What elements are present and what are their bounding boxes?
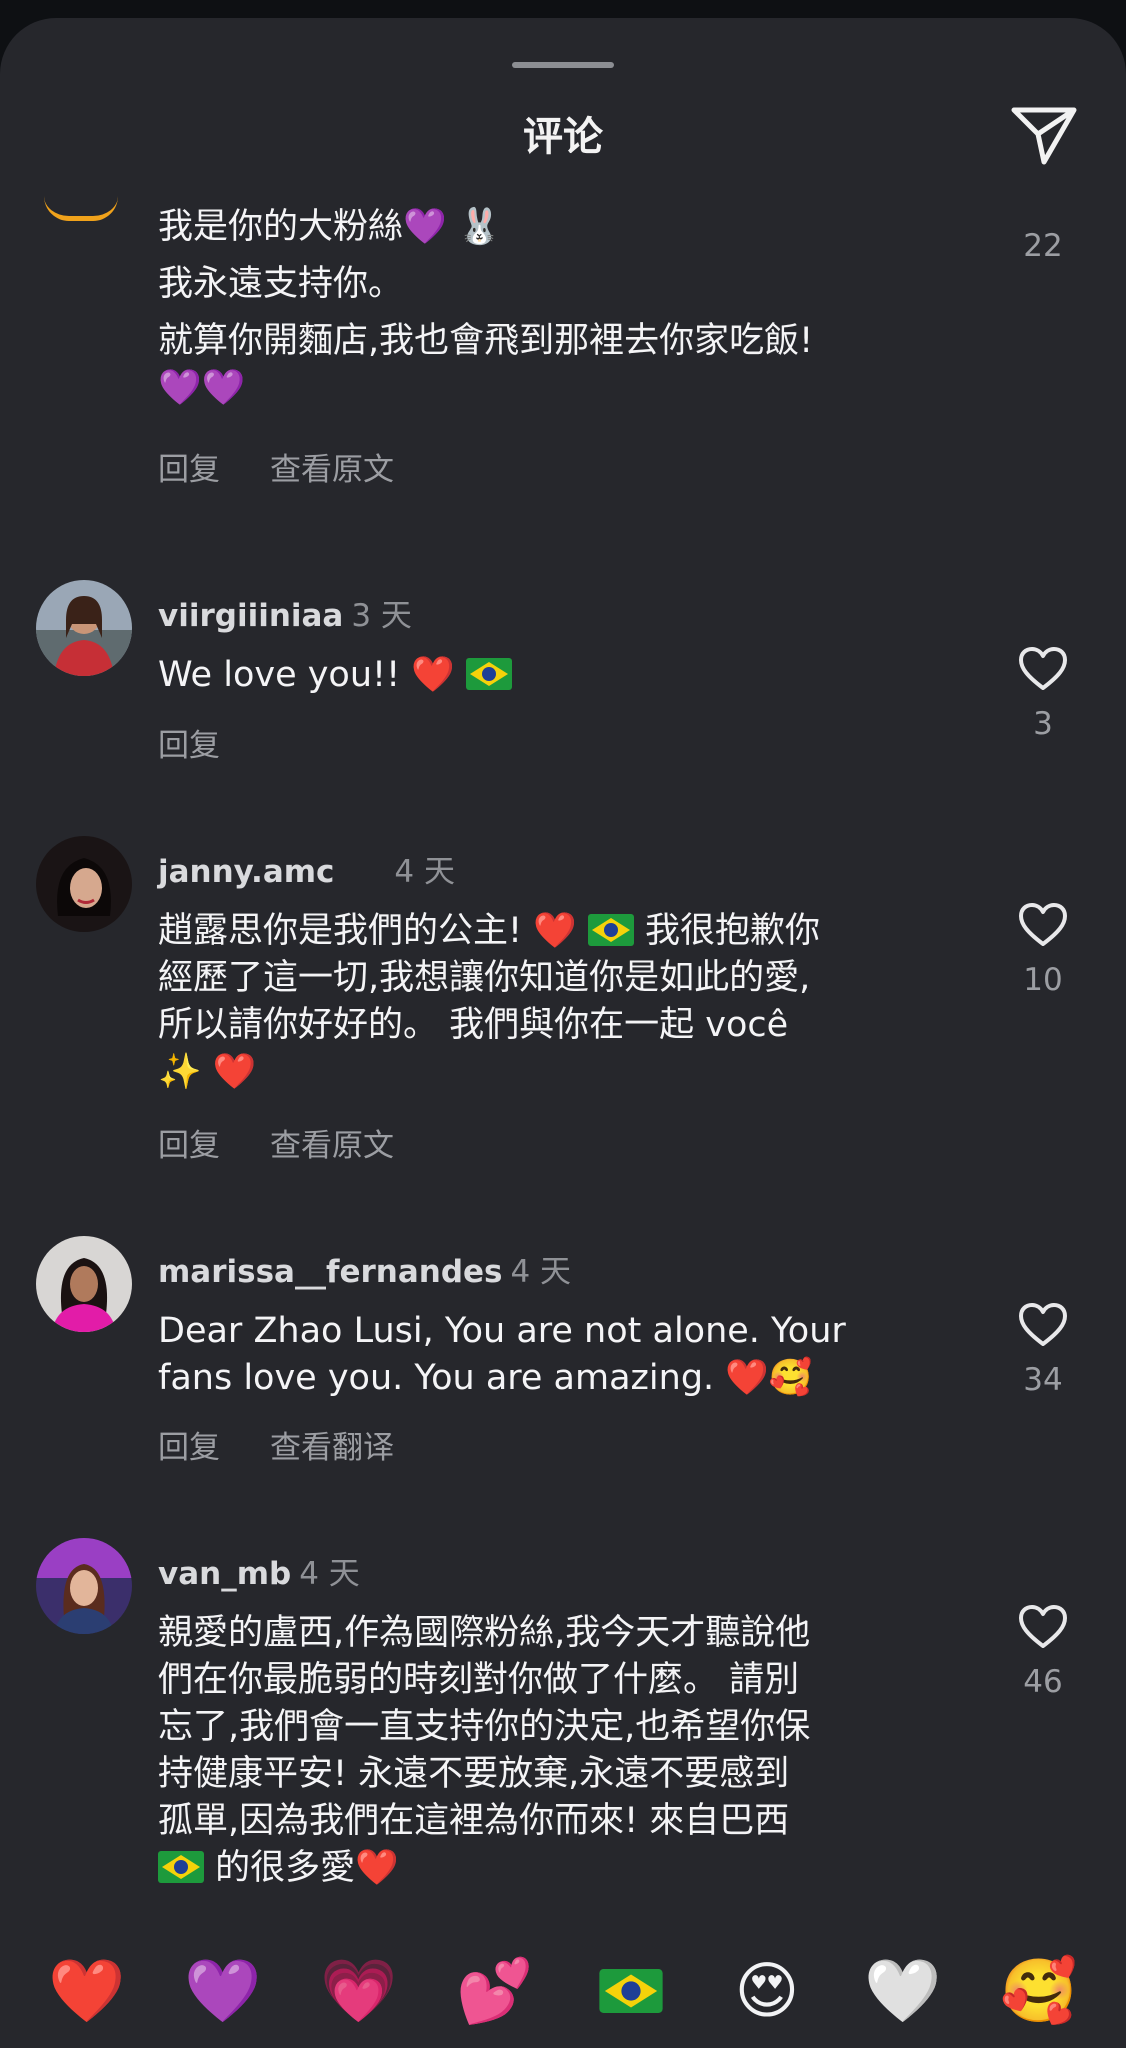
- red-heart-emoji[interactable]: ❤️: [42, 1946, 132, 2036]
- heart-outline-icon[interactable]: [1017, 1302, 1069, 1348]
- comment-line: 忘了,我們會一直支持你的決定,也希望你保: [158, 1707, 811, 1747]
- timestamp: 4 天: [510, 1254, 572, 1290]
- username[interactable]: van_mb: [158, 1556, 291, 1592]
- comment-line: 們在你最脆弱的時刻對你做了什麼。 請別: [158, 1660, 800, 1700]
- comment-line: 經歷了這一切,我想讓你知道你是如此的愛,: [158, 958, 811, 998]
- view-original-button[interactable]: 查看原文: [270, 1128, 394, 1164]
- timestamp: 4 天: [299, 1556, 360, 1592]
- comment-line: 我很抱歉你: [645, 911, 821, 951]
- view-translation-button[interactable]: 查看翻译: [270, 1430, 394, 1466]
- comment-line: 孤單,因為我們在這裡為你而來! 來自巴西: [158, 1801, 790, 1841]
- brazil-flag-icon: [587, 914, 634, 946]
- emoji-reaction-bar: ❤️ 💜 💗 💕 😍 🤍 🥰: [0, 1946, 1126, 2036]
- avatar[interactable]: [36, 580, 132, 676]
- comment-line: 我永遠支持你。: [158, 264, 404, 304]
- avatar-partial: [44, 196, 118, 221]
- comment-actions: 回复 查看翻译: [158, 1428, 444, 1468]
- brazil-flag-icon: [158, 1851, 204, 1883]
- page-title: 评论: [523, 114, 603, 160]
- comments-sheet: 评论 我是你的大粉絲💜 🐰 我永遠支持你。 就算你開麵店,我也會飛到那裡去你家吃…: [0, 18, 1126, 2048]
- like-area[interactable]: 22: [1012, 228, 1074, 264]
- reply-button[interactable]: 回复: [158, 728, 220, 764]
- comment-line: fans love you. You are amazing. ❤️🥰: [158, 1358, 813, 1398]
- white-heart-emoji[interactable]: 🤍: [858, 1946, 948, 2036]
- comment-line: 💜💜: [158, 368, 246, 408]
- comment-actions: 回复 查看原文: [158, 1126, 444, 1166]
- username[interactable]: marissa__fernandes: [158, 1254, 502, 1290]
- username[interactable]: janny.amc: [158, 854, 334, 890]
- purple-heart-emoji[interactable]: 💜: [178, 1946, 268, 2036]
- like-count: 10: [1023, 962, 1063, 998]
- timestamp: 3 天: [351, 598, 412, 634]
- comment-actions: 回复 查看原文: [158, 450, 444, 490]
- brazil-flag-icon: [599, 1969, 663, 2013]
- comment-line: 親愛的盧西,作為國際粉絲,我今天才聽說他: [158, 1613, 811, 1653]
- timestamp: 4 天: [394, 854, 455, 890]
- growing-heart-emoji[interactable]: 💗: [314, 1946, 404, 2036]
- two-hearts-emoji[interactable]: 💕: [450, 1946, 540, 2036]
- heart-outline-icon[interactable]: [1017, 646, 1069, 692]
- reply-button[interactable]: 回复: [158, 1430, 220, 1466]
- comment-line: 就算你開麵店,我也會飛到那裡去你家吃飯!: [158, 321, 814, 361]
- comment-line: 我是你的大粉絲💜 🐰: [158, 207, 502, 247]
- comment-line: ✨ ❤️: [158, 1052, 257, 1092]
- like-area[interactable]: 10: [1012, 902, 1074, 998]
- username[interactable]: viirgiiiniaa: [158, 598, 343, 634]
- like-area[interactable]: 3: [1012, 646, 1074, 742]
- send-icon[interactable]: [1008, 102, 1080, 168]
- like-area[interactable]: 34: [1012, 1302, 1074, 1398]
- view-original-button[interactable]: 查看原文: [270, 452, 394, 488]
- avatar[interactable]: [36, 836, 132, 932]
- comment-line: 持健康平安! 永遠不要放棄,永遠不要感到: [158, 1754, 790, 1794]
- comment-line: 的很多愛❤️: [215, 1848, 399, 1888]
- heart-outline-icon[interactable]: [1017, 902, 1069, 948]
- brazil-flag-icon: [465, 658, 512, 690]
- heart-eyes-emoji[interactable]: 😍: [722, 1946, 812, 2036]
- like-area[interactable]: 46: [1012, 1604, 1074, 1700]
- comment-line: 趙露思你是我們的公主! ❤️: [158, 911, 577, 951]
- like-count: 46: [1023, 1664, 1063, 1700]
- brazil-flag-emoji[interactable]: [586, 1946, 676, 2036]
- reply-button[interactable]: 回复: [158, 1128, 220, 1164]
- smiling-hearts-emoji[interactable]: 🥰: [994, 1946, 1084, 2036]
- like-count: 22: [1023, 228, 1063, 264]
- comment-actions: 回复: [158, 726, 270, 766]
- comment-line: 所以請你好好的。 我們與你在一起 você: [158, 1005, 789, 1045]
- like-count: 34: [1023, 1362, 1063, 1398]
- like-count: 3: [1033, 706, 1053, 742]
- avatar[interactable]: [36, 1236, 132, 1332]
- comment-line: We love you!! ❤️: [158, 655, 455, 695]
- avatar[interactable]: [36, 1538, 132, 1634]
- heart-outline-icon[interactable]: [1017, 1604, 1069, 1650]
- comment-line: Dear Zhao Lusi, You are not alone. Your: [158, 1311, 846, 1351]
- drag-handle[interactable]: [512, 62, 614, 68]
- reply-button[interactable]: 回复: [158, 452, 220, 488]
